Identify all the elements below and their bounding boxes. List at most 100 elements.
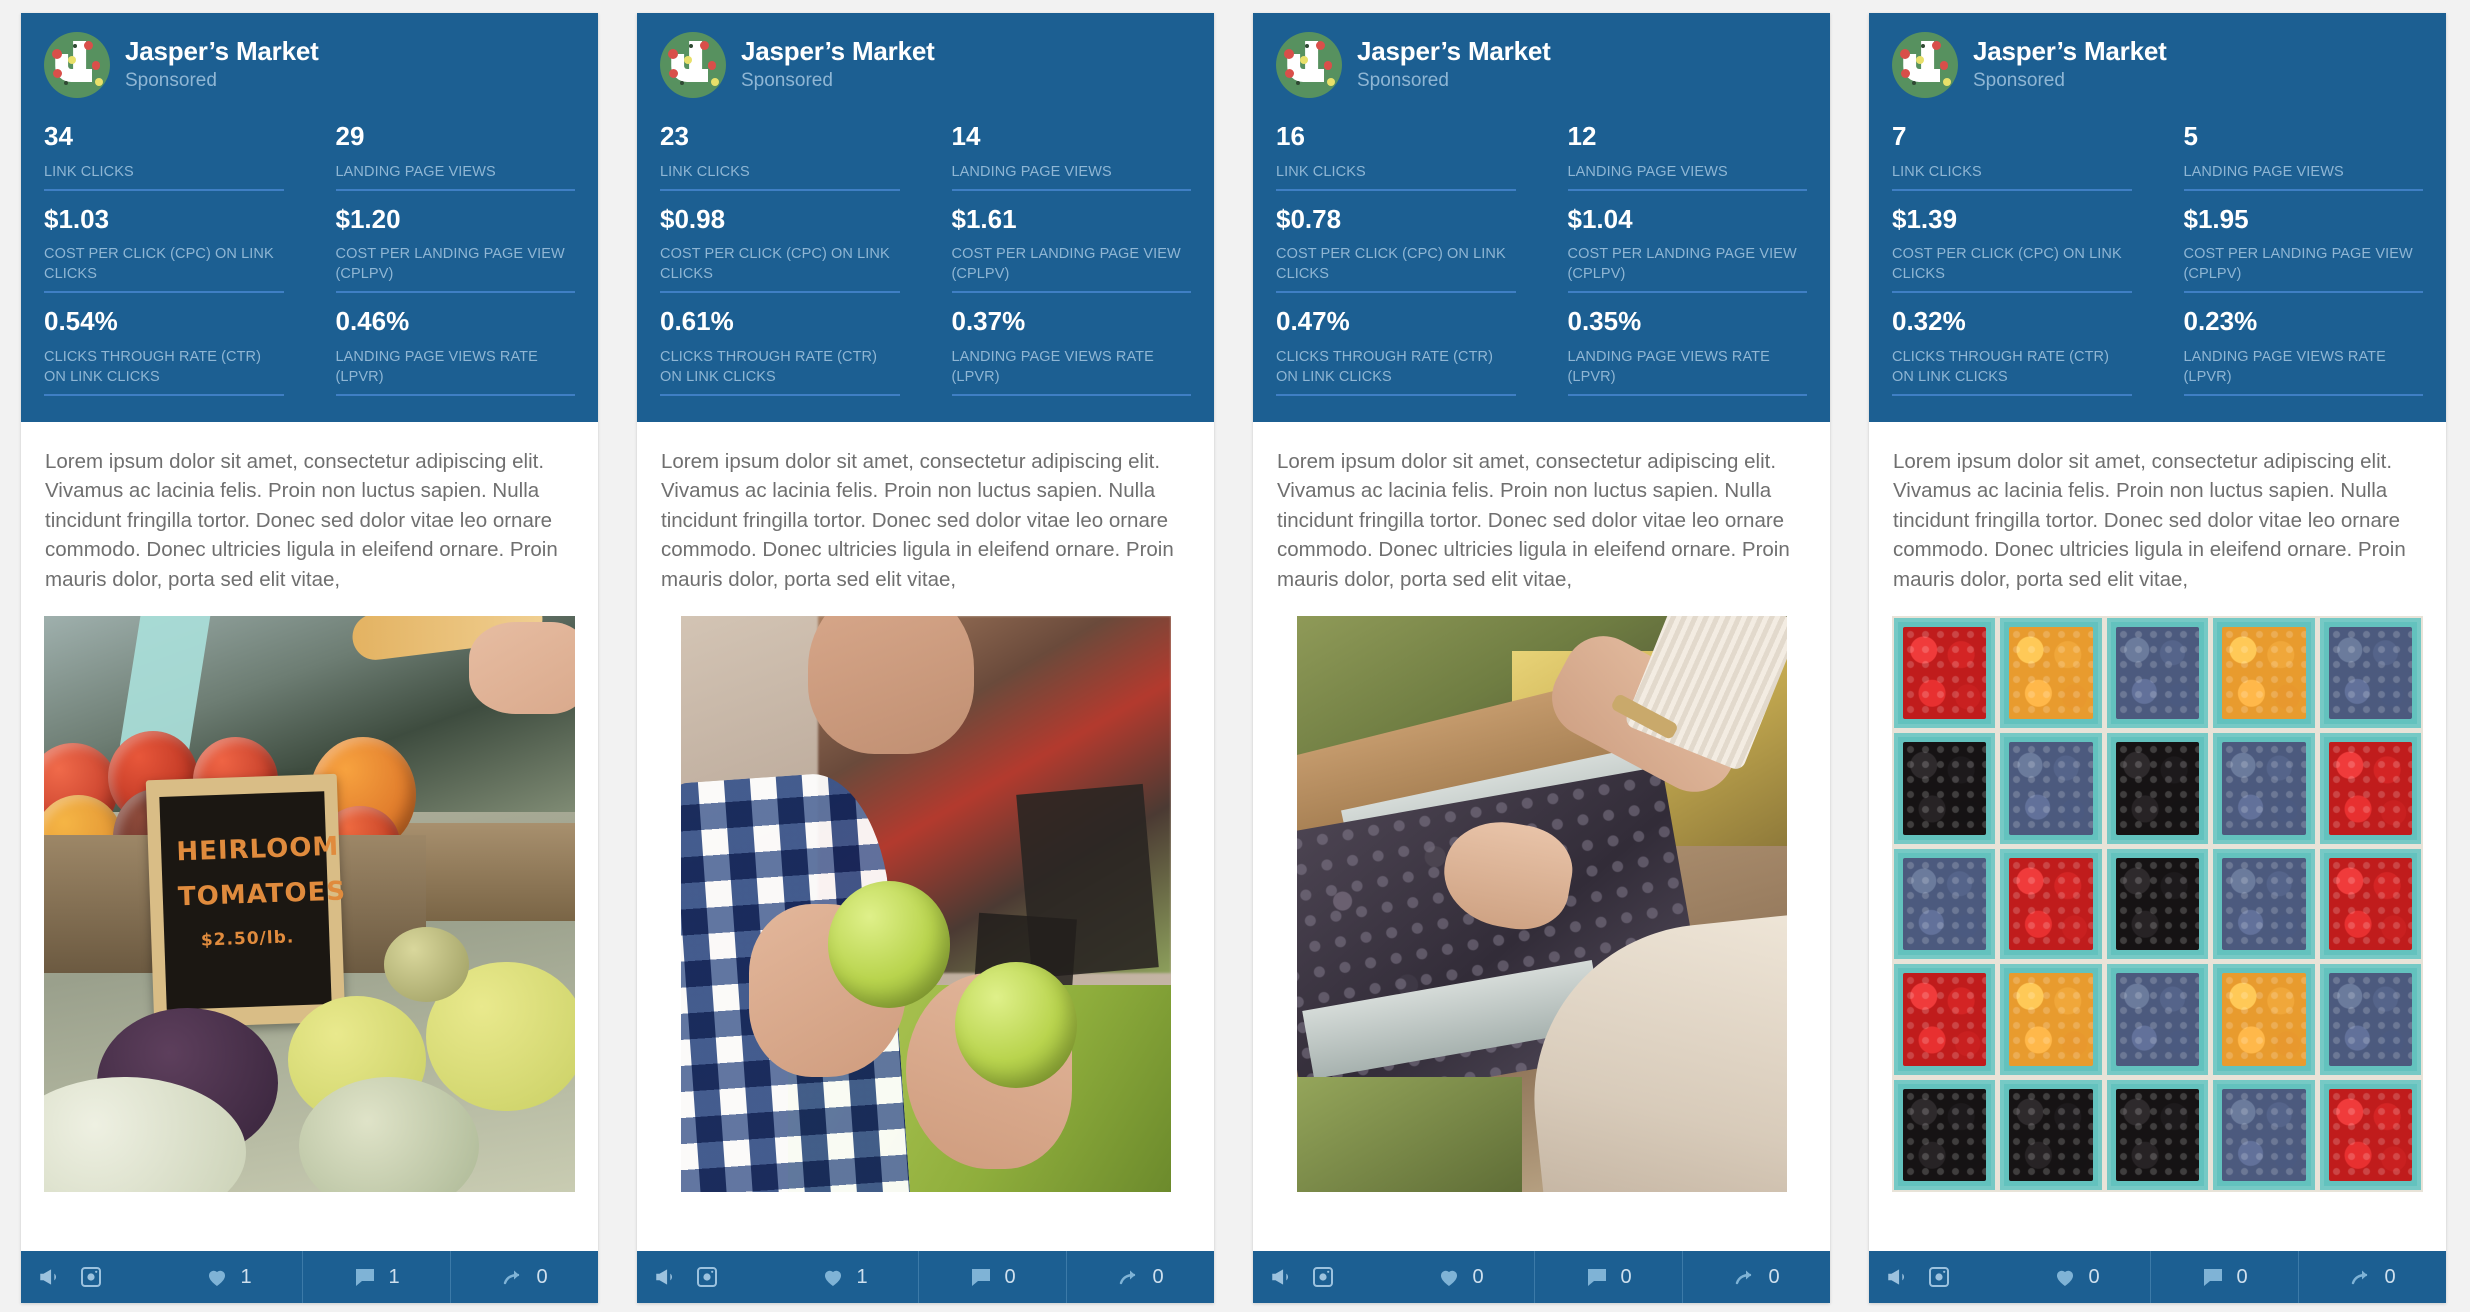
ad-body-text: Lorem ipsum dolor sit amet, consectetur … (661, 449, 1174, 591)
ad-card[interactable]: Jasper’s Market Sponsored 34 LINK CLICKS… (21, 13, 598, 1303)
heart-icon (2053, 1265, 2077, 1289)
instagram-icon[interactable] (695, 1265, 719, 1289)
ad-card[interactable]: Jasper’s Market Sponsored 23 LINK CLICKS… (637, 13, 1214, 1303)
brand-row: Jasper’s Market Sponsored (660, 32, 1191, 98)
like-count: 1 (240, 1265, 252, 1288)
stat-value: 0.35% (1567, 306, 1642, 336)
megaphone-icon[interactable] (1269, 1264, 1295, 1290)
berry-carton-black (1894, 1079, 1996, 1191)
share-action[interactable]: 0 (450, 1251, 598, 1303)
stat-label: CLICKS THROUGH RATE (CTR) ON LINK CLICKS (660, 348, 878, 385)
like-action[interactable]: 0 (2003, 1251, 2150, 1303)
stat-value: 0.47% (1276, 306, 1350, 336)
berry-carton-gold (2000, 964, 2102, 1075)
stat-label: LINK CLICKS (1276, 163, 1366, 180)
berry-carton-gold (2213, 618, 2315, 729)
stat-label: LANDING PAGE VIEWS (2183, 163, 2344, 180)
stat-value: $1.04 (1567, 203, 1633, 234)
brand-row: Jasper’s Market Sponsored (44, 32, 575, 98)
megaphone-icon[interactable] (37, 1264, 63, 1290)
instagram-icon[interactable] (1311, 1265, 1335, 1289)
berry-carton-blue (2319, 618, 2421, 729)
ad-stats-header: Jasper’s Market Sponsored 16 LINK CLICKS… (1253, 13, 1830, 422)
stat-value: $1.61 (951, 203, 1017, 234)
ad-copy: Lorem ipsum dolor sit amet, consectetur … (21, 422, 598, 595)
share-icon (2349, 1265, 2373, 1289)
berry-carton-rasp (2319, 1079, 2421, 1191)
creative-image-apples[interactable] (680, 616, 1171, 1193)
ad-stats-header: Jasper’s Market Sponsored 34 LINK CLICKS… (21, 13, 598, 422)
stat-label: COST PER CLICK (CPC) ON LINK CLICKS (1892, 246, 2122, 282)
stat-label: LANDING PAGE VIEWS RATE (LPVR) (951, 348, 1154, 385)
comment-count: 1 (388, 1265, 400, 1288)
instagram-icon[interactable] (79, 1265, 103, 1289)
share-count: 0 (1768, 1265, 1780, 1288)
berry-carton-blue (1894, 848, 1996, 960)
sign-line-3: $2.50/lb. (200, 927, 295, 951)
share-action[interactable]: 0 (1682, 1251, 1830, 1303)
stat-lpvr: 0.35% LANDING PAGE VIEWS RATE (LPVR) (1567, 305, 1807, 396)
stats-grid: 16 LINK CLICKS 12 LANDING PAGE VIEWS $0.… (1276, 120, 1807, 408)
stat-value: 16 (1276, 121, 1305, 151)
like-action[interactable]: 1 (155, 1251, 302, 1303)
stat-label: COST PER CLICK (CPC) ON LINK CLICKS (44, 246, 274, 282)
like-action[interactable]: 1 (771, 1251, 918, 1303)
creative-image-tomatoes[interactable]: HEIRLOOM TOMATOES $2.50/lb. (44, 616, 575, 1193)
footer-left-icons (21, 1264, 155, 1290)
stat-label: COST PER CLICK (CPC) ON LINK CLICKS (1276, 246, 1506, 282)
share-action[interactable]: 0 (1066, 1251, 1214, 1303)
ad-card[interactable]: Jasper’s Market Sponsored 16 LINK CLICKS… (1253, 13, 1830, 1303)
stat-value: 12 (1567, 121, 1597, 151)
creative-wrap (1253, 594, 1830, 1251)
ad-stats-header: Jasper’s Market Sponsored 7 LINK CLICKS … (1869, 13, 2446, 422)
stat-link-clicks: 16 LINK CLICKS (1276, 120, 1516, 191)
stat-value: $1.95 (2183, 203, 2249, 234)
megaphone-icon[interactable] (1885, 1264, 1911, 1290)
creative-wrap: HEIRLOOM TOMATOES $2.50/lb. (21, 594, 598, 1251)
share-icon (501, 1265, 525, 1289)
comment-action[interactable]: 0 (1534, 1251, 1682, 1303)
stat-value: 0.54% (44, 306, 118, 336)
like-action[interactable]: 0 (1387, 1251, 1534, 1303)
stat-link-clicks: 34 LINK CLICKS (44, 120, 284, 191)
share-action[interactable]: 0 (2298, 1251, 2446, 1303)
megaphone-icon[interactable] (653, 1264, 679, 1290)
stat-value: $0.78 (1276, 203, 1342, 234)
ad-card[interactable]: Jasper’s Market Sponsored 7 LINK CLICKS … (1869, 13, 2446, 1303)
stat-landing-page-views: 12 LANDING PAGE VIEWS (1567, 120, 1807, 191)
creative-image-grapes[interactable] (1296, 616, 1787, 1193)
stat-ctr: 0.32% CLICKS THROUGH RATE (CTR) ON LINK … (1892, 305, 2132, 396)
comment-action[interactable]: 0 (2150, 1251, 2298, 1303)
berry-carton-black (2106, 733, 2209, 844)
berry-carton-rasp (2000, 848, 2102, 960)
berry-carton-blue (2000, 733, 2102, 844)
comment-action[interactable]: 0 (918, 1251, 1066, 1303)
brand-row: Jasper’s Market Sponsored (1892, 32, 2423, 98)
stat-value: $0.98 (660, 203, 726, 234)
jaspers-market-logo-icon (1276, 32, 1342, 98)
stat-label: LANDING PAGE VIEWS RATE (LPVR) (2183, 348, 2386, 385)
berry-carton-rasp (2319, 848, 2421, 960)
stat-ctr: 0.47% CLICKS THROUGH RATE (CTR) ON LINK … (1276, 305, 1516, 396)
creative-image-berries[interactable] (1892, 616, 2423, 1193)
chalkboard-sign: HEIRLOOM TOMATOES $2.50/lb. (145, 774, 347, 1029)
sign-line-1: HEIRLOOM (176, 831, 340, 868)
ad-cards-board: Jasper’s Market Sponsored 34 LINK CLICKS… (0, 0, 2470, 1312)
stat-value: 29 (335, 121, 365, 151)
stat-value: 0.23% (2183, 306, 2258, 336)
stat-value: 34 (44, 121, 73, 151)
berry-carton-black (1894, 733, 1996, 844)
jaspers-market-logo-icon (1892, 32, 1958, 98)
brand-name: Jasper’s Market (741, 35, 935, 66)
instagram-icon[interactable] (1927, 1265, 1951, 1289)
berry-carton-blue (2106, 618, 2209, 729)
stat-label: CLICKS THROUGH RATE (CTR) ON LINK CLICKS (44, 348, 262, 385)
stat-landing-page-views: 14 LANDING PAGE VIEWS (951, 120, 1191, 191)
stat-link-clicks: 23 LINK CLICKS (660, 120, 900, 191)
sponsored-label: Sponsored (125, 69, 217, 91)
stat-value: 0.61% (660, 306, 734, 336)
stat-value: 0.32% (1892, 306, 1966, 336)
stat-label: LANDING PAGE VIEWS (335, 163, 496, 180)
footer-left-icons (637, 1264, 771, 1290)
comment-action[interactable]: 1 (302, 1251, 450, 1303)
